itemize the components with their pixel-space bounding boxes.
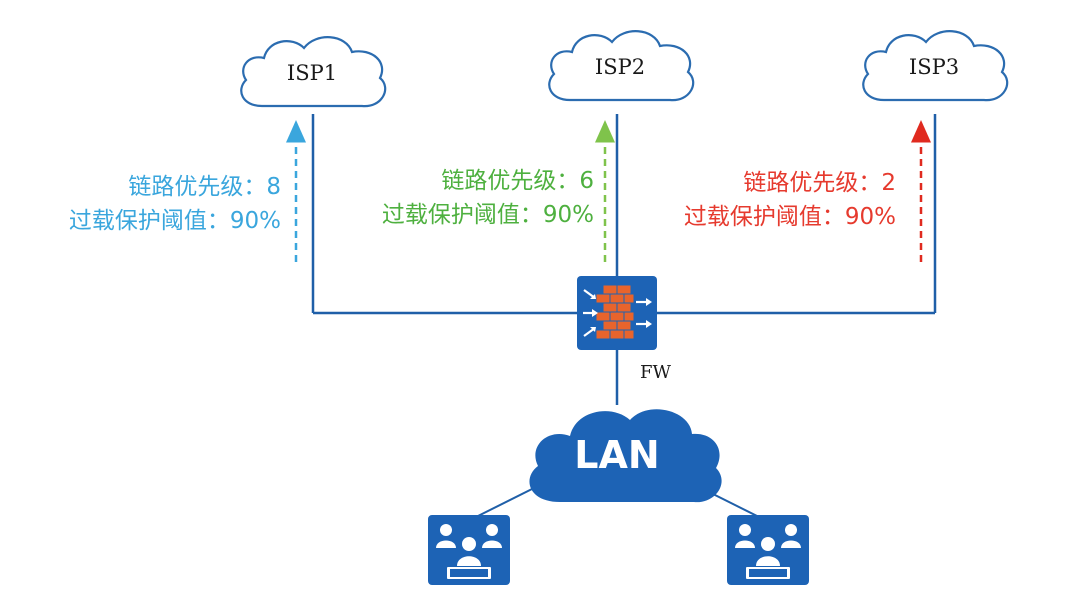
lan-cloud: LAN <box>529 409 722 503</box>
isp3-cloud: ISP3 <box>862 30 1009 102</box>
isp3-threshold: 过载保护阈值：90% <box>683 204 896 230</box>
user-group-icon <box>428 515 510 585</box>
user-group-right <box>727 515 809 585</box>
fw-label: FW <box>640 362 671 383</box>
isp3-params: 链路优先级：2 过载保护阈值：90% <box>684 166 896 234</box>
network-diagram: ISP1 ISP2 ISP3 FW LAN <box>240 30 1009 585</box>
isp3-label: ISP3 <box>909 55 959 79</box>
isp1-cloud: ISP1 <box>240 36 387 108</box>
isp1-priority: 链路优先级：8 <box>128 174 281 200</box>
firewall-icon <box>577 276 657 350</box>
isp2-cloud: ISP2 <box>548 30 695 102</box>
isp3-priority: 链路优先级：2 <box>743 170 896 196</box>
isp2-label: ISP2 <box>595 55 645 79</box>
isp1-threshold: 过载保护阈值：90% <box>68 208 281 234</box>
lan-label: LAN <box>574 433 659 477</box>
isp2-params: 链路优先级：6 过载保护阈值：90% <box>382 164 594 232</box>
isp2-priority: 链路优先级：6 <box>441 168 594 194</box>
user-group-icon <box>727 515 809 585</box>
isp2-threshold: 过载保护阈值：90% <box>381 202 594 228</box>
isp1-label: ISP1 <box>287 61 337 85</box>
isp1-params: 链路优先级：8 过载保护阈值：90% <box>69 170 281 238</box>
user-group-left <box>428 515 510 585</box>
